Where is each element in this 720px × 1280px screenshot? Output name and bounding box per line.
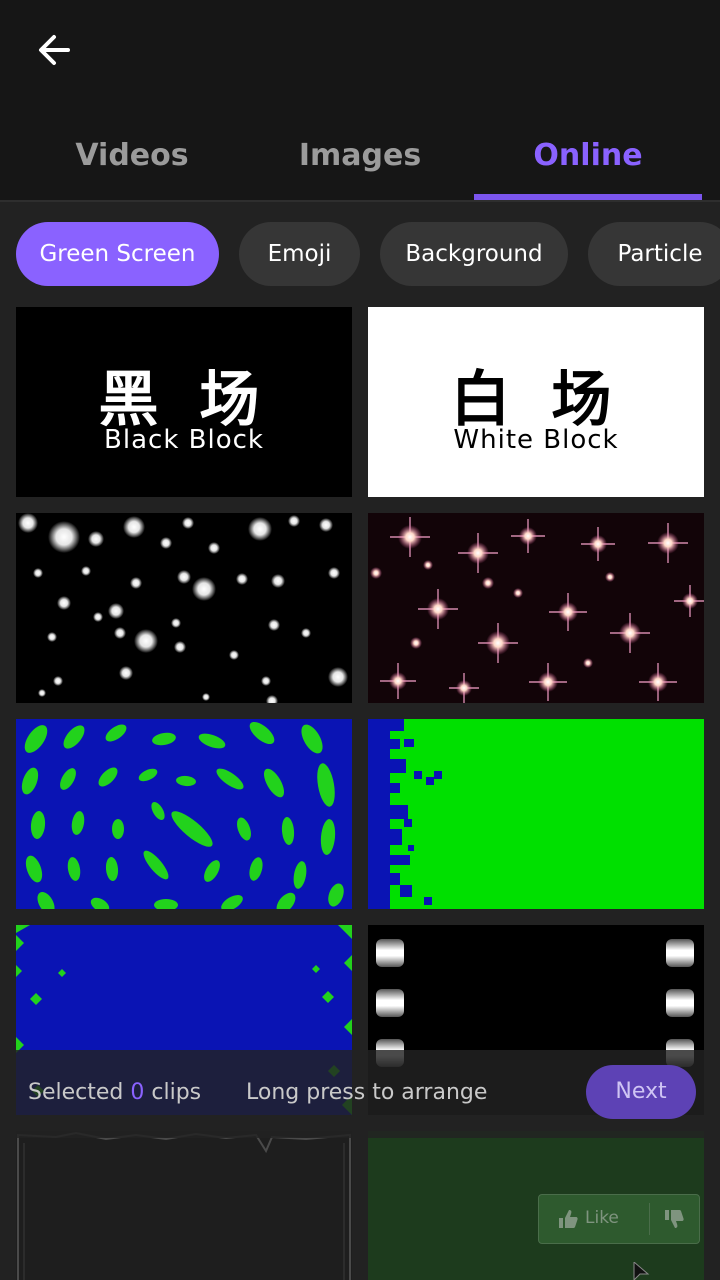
selected-prefix: Selected (28, 1080, 124, 1105)
clip-star-sparkles[interactable] (368, 513, 704, 703)
clip-title-en: Black Block (104, 425, 264, 455)
cursor-icon (633, 1262, 650, 1280)
clip-black-block[interactable]: 黑 场 Black Block (16, 307, 352, 497)
category-chips: Green Screen Emoji Background Particle (0, 222, 720, 288)
thumbs-up-icon[interactable] (557, 1208, 579, 1230)
selected-count: 0 (130, 1080, 145, 1105)
selection-bar: Selected 0 clips Long press to arrange N… (16, 1050, 704, 1138)
clip-pixel-wipe[interactable] (368, 719, 704, 909)
back-arrow-icon[interactable] (34, 30, 74, 70)
header-divider (0, 200, 720, 202)
chip-emoji[interactable]: Emoji (239, 222, 360, 286)
next-button[interactable]: Next (586, 1065, 696, 1119)
clip-white-particles[interactable] (16, 513, 352, 703)
chip-particle[interactable]: Particle (588, 222, 720, 286)
thumbs-down-icon[interactable] (663, 1208, 685, 1230)
arrange-hint: Long press to arrange (246, 1080, 488, 1105)
like-dislike-overlay: Like (538, 1194, 700, 1244)
like-label: Like (585, 1208, 619, 1228)
tab-online[interactable]: Online (498, 138, 678, 173)
tab-images[interactable]: Images (270, 138, 450, 173)
chip-background[interactable]: Background (380, 222, 568, 286)
blob-pattern-graphic (21, 721, 344, 909)
clip-green-blue-pattern[interactable] (16, 719, 352, 909)
like-divider (649, 1203, 650, 1235)
clip-title-en: White Block (453, 425, 619, 455)
particles-graphic (18, 513, 348, 703)
chip-green-screen[interactable]: Green Screen (16, 222, 219, 286)
sparkles-graphic (370, 517, 704, 703)
app-bar: Videos Images Online (0, 0, 720, 200)
torn-frame-graphic (17, 1131, 351, 1280)
selected-suffix: clips (151, 1080, 202, 1105)
selected-count-text: Selected 0 clips (28, 1080, 201, 1105)
clip-white-block[interactable]: 白 场 White Block (368, 307, 704, 497)
tab-videos[interactable]: Videos (42, 138, 222, 173)
clip-torn-frame[interactable] (16, 1131, 352, 1280)
source-tabs: Videos Images Online (0, 120, 720, 200)
pixel-wipe-graphic (368, 719, 442, 909)
